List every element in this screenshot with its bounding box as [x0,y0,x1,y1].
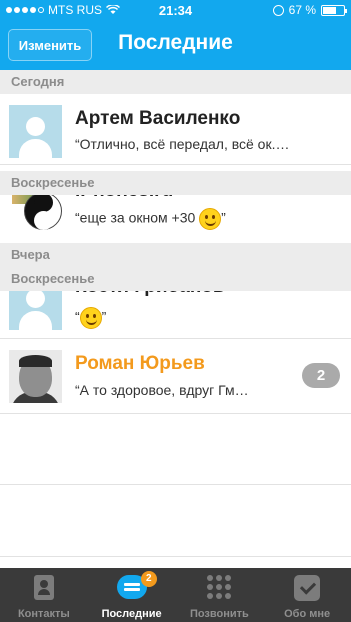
tab-contacts[interactable]: Контакты [0,568,88,622]
tab-recent[interactable]: 2 Последние [88,568,176,622]
battery-icon [321,4,347,16]
last-message: “еще за окном +30 ” [75,208,226,230]
chat-row[interactable]: iPhones.ru “еще за окном +30 ” [0,190,351,239]
header: MTS RUS 21:34 67 % Изменить Последние [0,0,351,70]
default-avatar-icon [9,289,62,330]
section-header-today: Сегодня [0,70,351,94]
chat-row[interactable]: Артем Василенко “Отлично, всё передал, в… [0,94,351,165]
tab-label: Контакты [17,608,70,620]
last-message: “А то здоровое, вдруг Гм… [75,382,249,398]
battery-percent: 67 % [288,3,316,17]
contacts-icon [33,575,54,600]
contact-photo-avatar [9,350,62,403]
empty-row-divider [0,484,351,485]
contact-name: Артем Василенко [75,108,241,129]
tab-label: Позвонить [189,608,249,620]
chat-row[interactable]: Роман Юрьев “А то здоровое, вдруг Гм… 2 [0,339,351,414]
last-message: “” [75,307,106,329]
chat-row[interactable]: Костя Грибанов “” [0,289,351,339]
section-header-sunday: Воскресенье [0,267,351,291]
tab-label: Последние [101,608,162,620]
section-header-sunday: Воскресенье [0,171,351,195]
tab-badge: 2 [140,571,157,587]
smile-emoji-icon [199,208,222,230]
profile-check-icon [294,575,321,601]
default-avatar-icon [9,105,62,158]
status-bar: MTS RUS 21:34 67 % [0,0,351,20]
contact-name: Роман Юрьев [75,353,205,374]
section-header-yesterday: Вчера [0,243,351,267]
dialpad-icon [207,575,232,599]
yin-yang-avatar-icon [24,192,62,230]
tab-about-me[interactable]: Обо мне [263,568,351,622]
empty-row-divider [0,556,351,557]
wink-emoji-icon [79,307,102,329]
tab-label: Обо мне [284,608,331,620]
rotation-lock-icon [272,4,284,16]
tab-call[interactable]: Позвонить [176,568,264,622]
page-title: Последние [118,31,233,54]
last-message: “Отлично, всё передал, всё ок.… [75,136,290,152]
unread-count-badge: 2 [302,363,340,388]
tab-bar: Контакты 2 Последние Позвонить Обо мне [0,568,351,622]
